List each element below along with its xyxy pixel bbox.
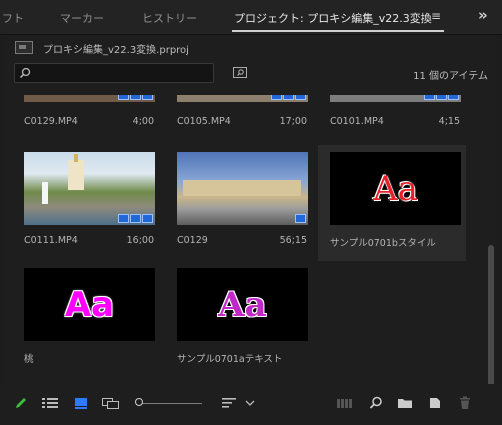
- find-folder-icon[interactable]: [233, 66, 247, 78]
- search-icon: [19, 67, 31, 79]
- list-item[interactable]: Aa サンプル0701bスタイル: [318, 145, 466, 261]
- item-name: サンプル0701aテキスト: [177, 354, 283, 365]
- list-item[interactable]: Aa サンプル0701aテキスト: [165, 261, 313, 377]
- item-name: C0105.MP4: [177, 116, 231, 127]
- clip-badges: [295, 214, 306, 223]
- vertical-scrollbar[interactable]: [488, 95, 494, 413]
- search-input[interactable]: [37, 64, 207, 82]
- item-name: C0129: [177, 235, 208, 246]
- video-badge-icon: [436, 95, 447, 100]
- video-badge-icon: [130, 95, 141, 100]
- item-name: C0129.MP4: [24, 116, 78, 127]
- tab-markers[interactable]: マーカー: [60, 10, 104, 26]
- list-item[interactable]: C0129.MP4 4;00: [12, 95, 160, 149]
- list-item[interactable]: C0101.MP4 4;15: [318, 95, 466, 149]
- zoom-slider-handle[interactable]: [135, 398, 143, 406]
- video-badge-icon: [283, 95, 294, 100]
- project-folder-icon: [15, 41, 33, 54]
- item-name: 桃: [24, 354, 34, 365]
- list-item[interactable]: C0111.MP4 16;00: [12, 145, 160, 261]
- clip-thumbnail: [330, 95, 461, 102]
- trash-icon[interactable]: [458, 396, 472, 410]
- clip-badges: [118, 95, 153, 100]
- clip-thumbnail: [24, 95, 155, 102]
- tab-project[interactable]: プロジェクト: プロキシ編集_v22.3変換: [234, 10, 432, 26]
- item-name: C0111.MP4: [24, 235, 78, 246]
- list-item[interactable]: C0129 56;15: [165, 145, 313, 261]
- scrollbar-thumb[interactable]: [488, 245, 494, 395]
- graphic-preview-text: Aa: [64, 284, 115, 325]
- list-view-icon[interactable]: [42, 396, 58, 410]
- pencil-icon[interactable]: [14, 396, 28, 410]
- project-file-name: プロキシ編集_v22.3変換.prproj: [43, 45, 189, 56]
- bottom-toolbar: [0, 384, 502, 425]
- panel-menu-icon[interactable]: ≡: [431, 9, 441, 23]
- panel-tab-bar: フト マーカー ヒストリー プロジェクト: プロキシ編集_v22.3変換 ≡ »: [0, 0, 502, 35]
- audio-badge-icon: [295, 95, 306, 100]
- icon-view-icon[interactable]: [74, 396, 88, 410]
- audio-badge-icon: [142, 214, 153, 223]
- audio-badge-icon: [142, 95, 153, 100]
- item-icon-grid: C0129.MP4 4;00 C0105.MP4 17;00 C0101.MP4…: [12, 95, 483, 413]
- clip-thumbnail: [177, 152, 308, 225]
- proxy-badge-icon: [424, 95, 435, 100]
- clip-badges: [424, 95, 459, 100]
- clip-badges: [118, 214, 153, 223]
- item-count: 11 個のアイテム: [413, 71, 488, 82]
- proxy-badge-icon: [295, 214, 306, 223]
- tab-effects-partial[interactable]: フト: [2, 10, 24, 26]
- item-duration: 4;00: [132, 116, 154, 127]
- item-duration: 4;15: [438, 116, 460, 127]
- graphic-thumbnail: Aa: [330, 152, 461, 225]
- video-badge-icon: [130, 214, 141, 223]
- item-name: サンプル0701bスタイル: [330, 238, 436, 249]
- new-bin-icon[interactable]: [397, 396, 413, 410]
- clip-badges: [271, 95, 306, 100]
- audio-badge-icon: [448, 95, 459, 100]
- search-box[interactable]: [14, 63, 214, 83]
- new-item-icon[interactable]: [428, 396, 442, 410]
- sort-icon[interactable]: [222, 396, 236, 410]
- freeform-view-icon[interactable]: [102, 396, 120, 410]
- chevron-down-icon[interactable]: [245, 396, 255, 410]
- graphic-thumbnail: Aa: [24, 268, 155, 341]
- proxy-badge-icon: [118, 95, 129, 100]
- list-item[interactable]: Aa 桃: [12, 261, 160, 377]
- tab-overflow-icon[interactable]: »: [478, 6, 488, 24]
- zoom-slider-track[interactable]: [142, 403, 202, 404]
- project-panel: プロキシ編集_v22.3変換.prproj 11 個のアイテム C0129.MP…: [6, 35, 496, 425]
- clip-thumbnail: [24, 152, 155, 225]
- active-tab-underline: [232, 30, 444, 32]
- tab-history[interactable]: ヒストリー: [142, 10, 197, 26]
- clip-thumbnail: [177, 95, 308, 102]
- item-duration: 56;15: [279, 235, 307, 246]
- list-item[interactable]: C0105.MP4 17;00: [165, 95, 313, 149]
- proxy-badge-icon: [118, 214, 129, 223]
- graphic-thumbnail: Aa: [177, 268, 308, 341]
- item-duration: 17;00: [279, 116, 307, 127]
- proxy-badge-icon: [271, 95, 282, 100]
- automate-to-sequence-icon[interactable]: [337, 396, 353, 410]
- find-icon[interactable]: [369, 396, 383, 410]
- graphic-preview-text: Aa: [373, 168, 418, 209]
- item-duration: 16;00: [126, 235, 154, 246]
- item-name: C0101.MP4: [330, 116, 384, 127]
- graphic-preview-text: Aa: [218, 284, 267, 325]
